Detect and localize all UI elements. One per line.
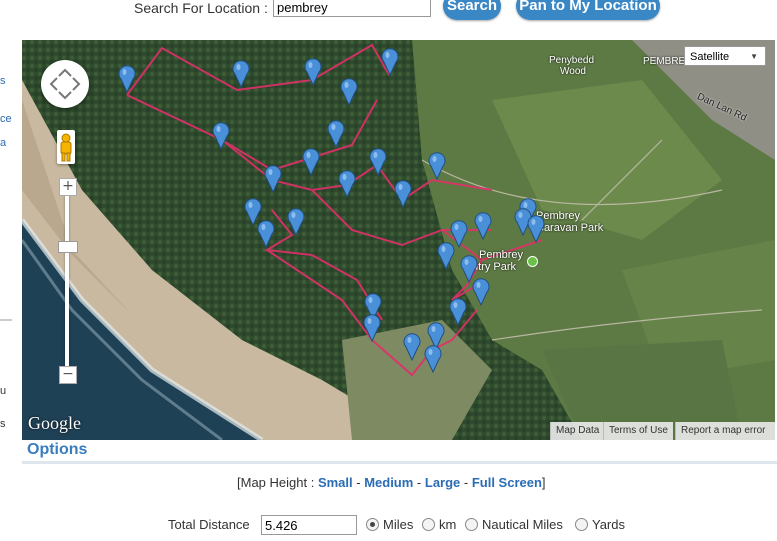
separator: - bbox=[352, 475, 365, 490]
label-country-2: ntry Park bbox=[472, 261, 517, 273]
map-type-value: Satellite bbox=[690, 51, 730, 63]
terms-of-use-link[interactable]: Terms of Use bbox=[603, 422, 673, 440]
route-marker-icon[interactable] bbox=[302, 148, 320, 177]
route-marker-icon[interactable] bbox=[527, 215, 545, 244]
route-marker-icon[interactable] bbox=[338, 170, 356, 199]
label-caravan-2: Caravan Park bbox=[536, 222, 604, 234]
side-link-3[interactable]: a bbox=[0, 137, 6, 149]
map-height-medium-link[interactable]: Medium bbox=[364, 475, 413, 490]
report-map-error-link[interactable]: Report a map error bbox=[675, 422, 775, 440]
chevron-down-icon: ▼ bbox=[750, 52, 758, 61]
route-marker-icon[interactable] bbox=[287, 208, 305, 237]
unit-yards-radio[interactable] bbox=[575, 518, 588, 531]
label-wood: Wood bbox=[560, 66, 586, 77]
zoom-slider-handle[interactable] bbox=[58, 241, 78, 253]
options-heading: Options bbox=[27, 441, 88, 458]
side-link-1[interactable]: s bbox=[0, 75, 6, 87]
route-marker-icon[interactable] bbox=[394, 180, 412, 209]
pan-arrows-icon bbox=[49, 68, 81, 100]
map-data-link[interactable]: Map Data bbox=[550, 422, 605, 440]
route-marker-icon[interactable] bbox=[118, 65, 136, 94]
side-text-1: u bbox=[0, 385, 7, 397]
route-marker-icon[interactable] bbox=[472, 278, 490, 307]
unit-miles-radio[interactable] bbox=[366, 518, 379, 531]
search-input[interactable] bbox=[273, 0, 431, 17]
map-height-prefix: [Map Height : bbox=[237, 475, 318, 490]
route-marker-icon[interactable] bbox=[437, 242, 455, 271]
route-marker-icon[interactable] bbox=[257, 220, 275, 249]
route-marker-icon[interactable] bbox=[340, 78, 358, 107]
unit-km-radio[interactable] bbox=[422, 518, 435, 531]
street-view-pegman-icon[interactable] bbox=[57, 130, 75, 164]
route-marker-icon[interactable] bbox=[232, 60, 250, 89]
route-marker-icon[interactable] bbox=[264, 165, 282, 194]
separator: - bbox=[413, 475, 425, 490]
map-height-small-link[interactable]: Small bbox=[318, 475, 353, 490]
unit-nautical-miles-label: Nautical Miles bbox=[482, 517, 563, 532]
zoom-out-button[interactable]: − bbox=[59, 366, 77, 384]
map-canvas[interactable]: Penybedd Wood PEMBRE Dan Lan Rd Pembrey … bbox=[22, 40, 775, 440]
satellite-imagery bbox=[22, 40, 775, 440]
label-country-1: Pembrey bbox=[479, 249, 524, 261]
search-label: Search For Location : bbox=[134, 0, 268, 16]
label-pembre: PEMBRE bbox=[643, 56, 686, 67]
unit-yards-label: Yards bbox=[592, 517, 625, 532]
options-divider bbox=[22, 461, 777, 464]
search-button[interactable]: Search bbox=[443, 0, 501, 20]
map-height-suffix: ] bbox=[541, 475, 546, 490]
route-marker-icon[interactable] bbox=[428, 152, 446, 181]
unit-nautical-miles-radio[interactable] bbox=[465, 518, 478, 531]
separator: - bbox=[460, 475, 472, 490]
route-marker-icon[interactable] bbox=[449, 298, 467, 327]
google-logo: Google bbox=[28, 413, 81, 433]
route-marker-icon[interactable] bbox=[369, 148, 387, 177]
zoom-slider-track[interactable] bbox=[65, 195, 69, 375]
side-text-2: s bbox=[0, 418, 6, 430]
map-type-select[interactable]: Satellite ▼ bbox=[684, 46, 766, 66]
route-marker-icon[interactable] bbox=[212, 122, 230, 151]
route-marker-icon[interactable] bbox=[327, 120, 345, 149]
park-marker-icon bbox=[527, 256, 538, 267]
side-divider bbox=[0, 319, 12, 321]
route-marker-icon[interactable] bbox=[363, 314, 381, 343]
map-height-row: [Map Height : Small - Medium - Large - F… bbox=[237, 475, 546, 490]
route-marker-icon[interactable] bbox=[424, 345, 442, 374]
pan-control[interactable] bbox=[41, 60, 89, 108]
route-marker-icon[interactable] bbox=[403, 333, 421, 362]
unit-miles-label: Miles bbox=[383, 517, 414, 532]
total-distance-field[interactable] bbox=[261, 515, 357, 535]
map-height-large-link[interactable]: Large bbox=[425, 475, 460, 490]
unit-km-label: km bbox=[439, 517, 457, 532]
route-marker-icon[interactable] bbox=[381, 48, 399, 77]
pan-to-location-button[interactable]: Pan to My Location bbox=[516, 0, 660, 20]
side-link-2[interactable]: ce bbox=[0, 113, 12, 125]
zoom-in-button[interactable]: + bbox=[59, 178, 77, 196]
route-marker-icon[interactable] bbox=[304, 58, 322, 87]
total-distance-label: Total Distance bbox=[168, 517, 250, 532]
label-penybedd: Penybedd bbox=[549, 55, 595, 66]
map-height-fullscreen-link[interactable]: Full Screen bbox=[472, 475, 542, 490]
route-marker-icon[interactable] bbox=[474, 212, 492, 241]
